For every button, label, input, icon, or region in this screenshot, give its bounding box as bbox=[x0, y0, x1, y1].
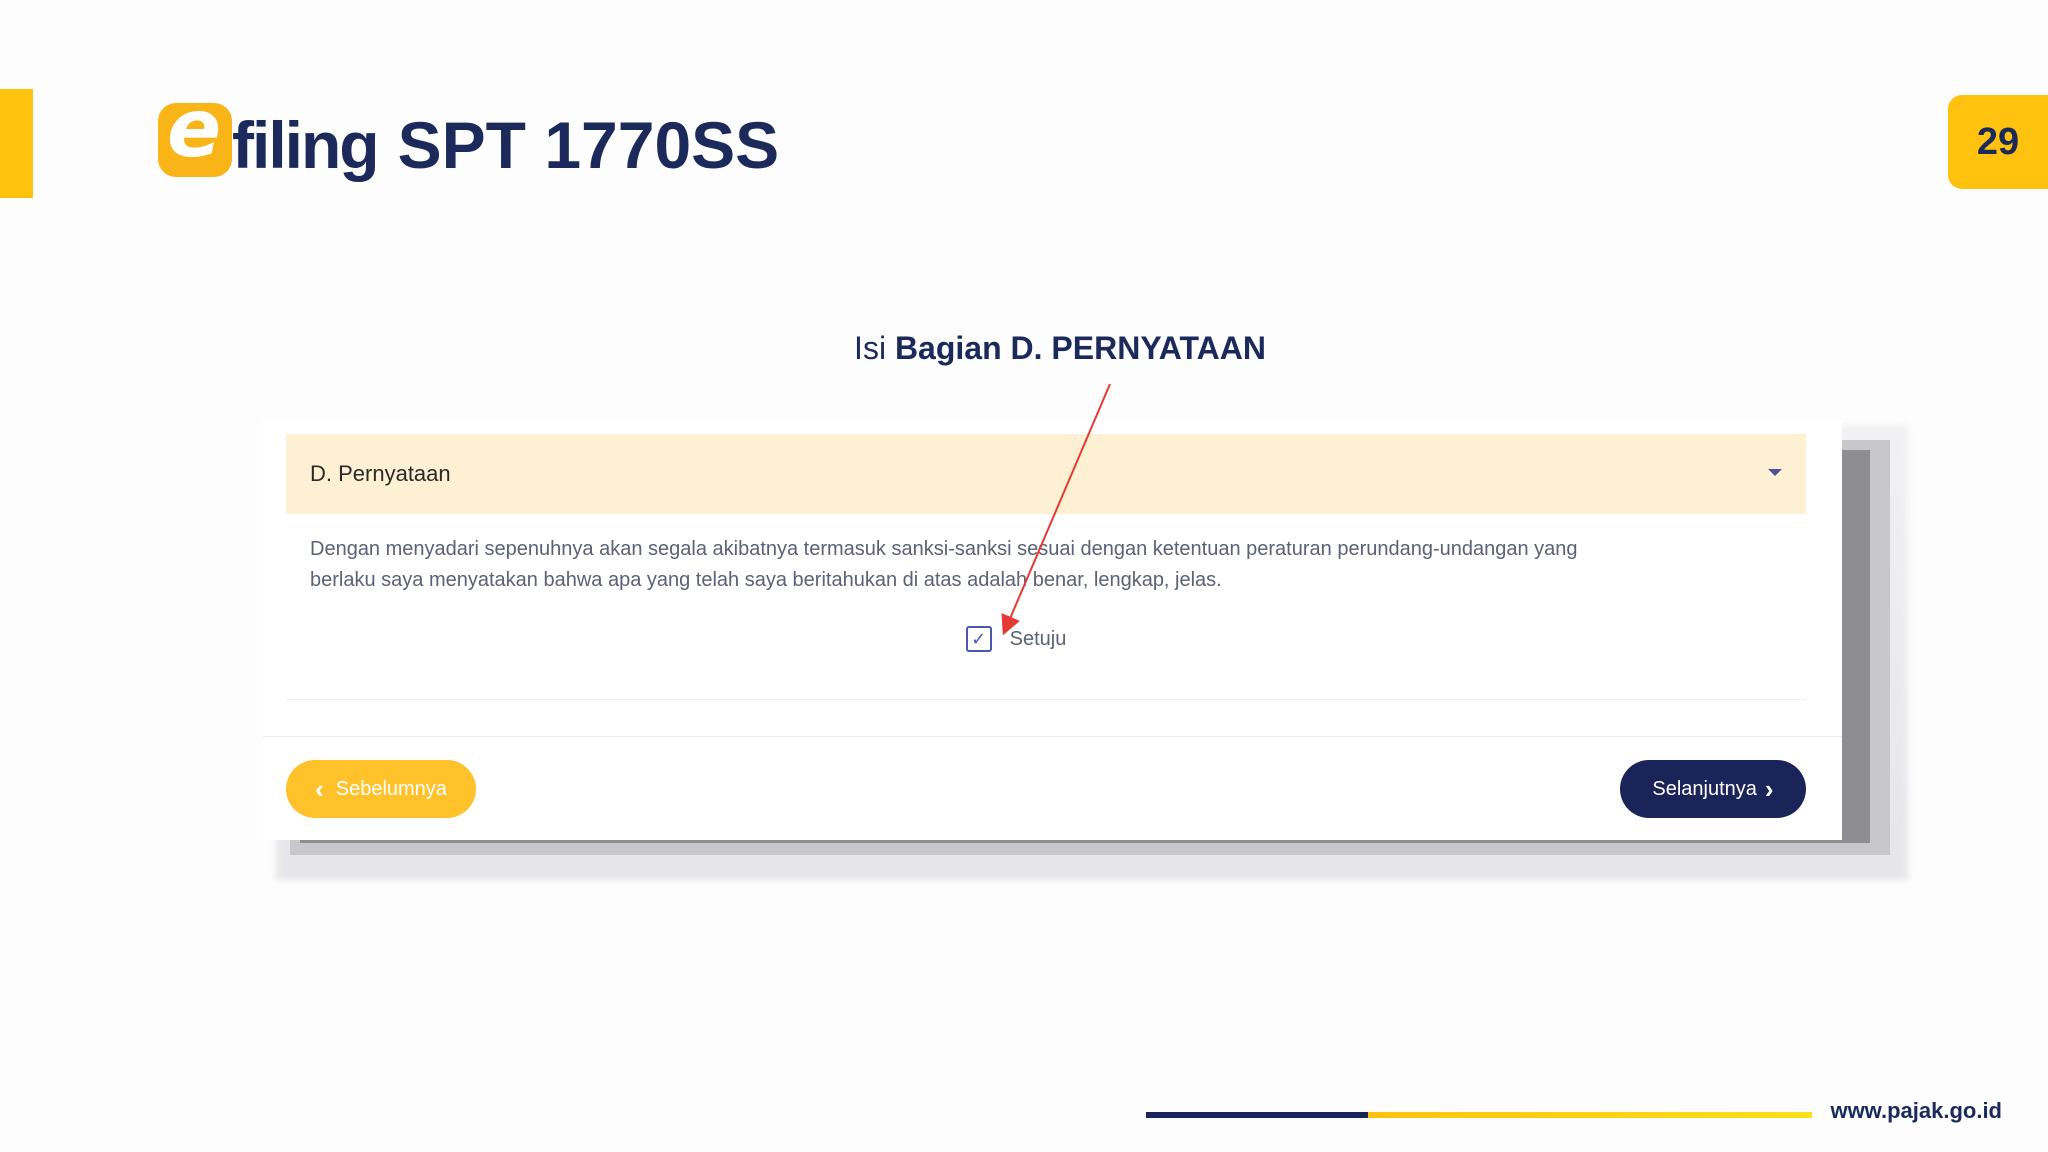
logo-filing-text: filing bbox=[232, 108, 380, 182]
caret-down-icon[interactable] bbox=[1768, 469, 1782, 476]
section-title: D. Pernyataan bbox=[310, 461, 451, 486]
form-screenshot: D. Pernyataan Dengan menyadari sepenuhny… bbox=[262, 420, 1842, 840]
instruction-emphasis: Bagian D. PERNYATAAN bbox=[894, 330, 1266, 366]
page-number-badge: 29 bbox=[1948, 95, 2048, 189]
chevron-right-icon: › bbox=[1764, 774, 1774, 804]
left-accent-bar bbox=[0, 89, 33, 198]
next-button[interactable]: Selanjutnya › bbox=[1620, 760, 1806, 818]
previous-button[interactable]: ‹ Sebelumnya bbox=[286, 760, 476, 818]
efiling-logo: e filing SPT 1770SS bbox=[158, 89, 780, 195]
form-divider bbox=[262, 736, 1842, 737]
instruction-prefix: Isi bbox=[854, 330, 887, 366]
agree-checkbox[interactable]: ✓ bbox=[965, 626, 992, 652]
footer-line-navy bbox=[1146, 1112, 1368, 1118]
section-body: Dengan menyadari sepenuhnya akan segala … bbox=[286, 514, 1806, 700]
next-button-label: Selanjutnya bbox=[1652, 777, 1757, 800]
slide-title: SPT 1770SS bbox=[397, 108, 780, 182]
statement-line-2: berlaku saya menyatakan bahwa apa yang t… bbox=[310, 569, 1222, 591]
logo-e-badge: e bbox=[158, 89, 232, 177]
logo-e-letter: e bbox=[167, 82, 222, 175]
statement-text: Dengan menyadari sepenuhnya akan segala … bbox=[310, 534, 1730, 596]
instruction-text: Isi Bagian D. PERNYATAAN bbox=[0, 330, 2048, 367]
previous-button-label: Sebelumnya bbox=[335, 777, 447, 800]
footer-line-yellow bbox=[1368, 1112, 1812, 1118]
statement-line-1: Dengan menyadari sepenuhnya akan segala … bbox=[310, 538, 1578, 560]
agree-row: ✓ Setuju bbox=[286, 626, 1806, 652]
footer-url[interactable]: www.pajak.go.id bbox=[1830, 1098, 2002, 1124]
chevron-left-icon: ‹ bbox=[315, 774, 324, 804]
check-mark-icon: ✓ bbox=[971, 629, 987, 649]
section-header-pernyataan[interactable]: D. Pernyataan bbox=[286, 434, 1806, 514]
agree-label: Setuju bbox=[1009, 627, 1067, 650]
